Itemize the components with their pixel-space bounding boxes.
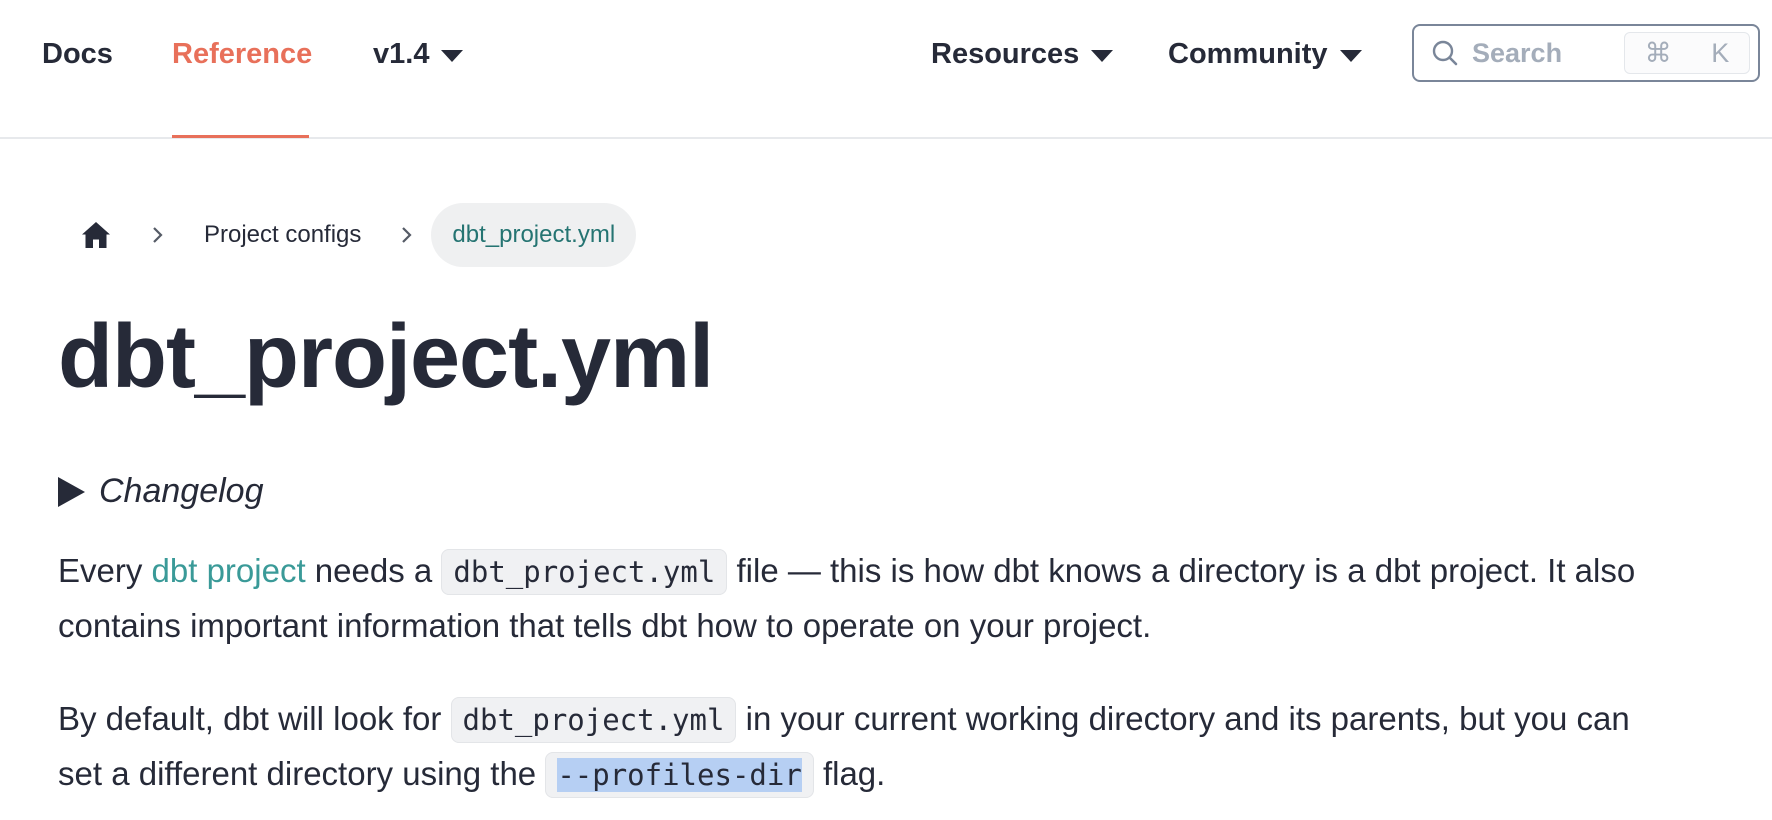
nav-reference-label: Reference <box>172 37 313 70</box>
selected-text: --profiles-dir <box>557 758 802 792</box>
inline-code-profiles-dir: --profiles-dir <box>545 752 814 798</box>
nav-reference[interactable]: Reference <box>172 0 312 108</box>
resources-dropdown[interactable]: Resources <box>931 0 1114 108</box>
dbt-project-link[interactable]: dbt project <box>152 552 306 589</box>
chevron-down-icon <box>1091 50 1114 62</box>
breadcrumb-current: dbt_project.yml <box>431 203 637 267</box>
inline-code: dbt_project.yml <box>441 549 728 595</box>
default-location-paragraph: By default, dbt will look for dbt_projec… <box>58 692 1658 802</box>
text-span: flag. <box>813 755 886 792</box>
version-dropdown[interactable]: v1.4 <box>373 0 464 108</box>
nav-docs-label: Docs <box>42 37 113 70</box>
search-input[interactable]: Search ⌘ K <box>1412 24 1760 82</box>
nav-active-indicator <box>172 135 309 138</box>
search-shortcut-hint: ⌘ K <box>1624 32 1750 74</box>
changelog-label: Changelog <box>99 472 264 510</box>
page-title: dbt_project.yml <box>58 307 714 407</box>
chevron-down-icon <box>441 50 464 62</box>
text-span: needs a <box>305 552 442 589</box>
chevron-right-icon <box>383 225 431 245</box>
command-key-icon: ⌘ <box>1644 37 1672 68</box>
chevron-down-icon <box>1339 50 1362 62</box>
community-label: Community <box>1168 37 1328 70</box>
chevron-right-icon <box>134 225 182 245</box>
inline-code: dbt_project.yml <box>450 697 737 743</box>
version-label: v1.4 <box>373 37 430 70</box>
breadcrumb-home[interactable] <box>58 203 134 267</box>
breadcrumb-project-configs[interactable]: Project configs <box>182 221 383 249</box>
text-span: Every <box>58 552 152 589</box>
caret-right-icon <box>58 476 85 507</box>
search-icon <box>1430 38 1460 68</box>
changelog-toggle[interactable]: Changelog <box>58 472 263 511</box>
shortcut-key-label: K <box>1711 37 1730 68</box>
resources-label: Resources <box>931 37 1080 70</box>
search-placeholder: Search <box>1472 37 1563 68</box>
intro-paragraph: Every dbt project needs a dbt_project.ym… <box>58 544 1658 653</box>
text-span: By default, dbt will look for <box>58 700 451 737</box>
home-icon <box>82 222 110 248</box>
breadcrumb: Project configs dbt_project.yml <box>58 203 637 267</box>
nav-docs[interactable]: Docs <box>42 0 113 108</box>
community-dropdown[interactable]: Community <box>1168 0 1362 108</box>
top-navbar: Docs Reference v1.4 Resources Community … <box>0 0 1772 139</box>
